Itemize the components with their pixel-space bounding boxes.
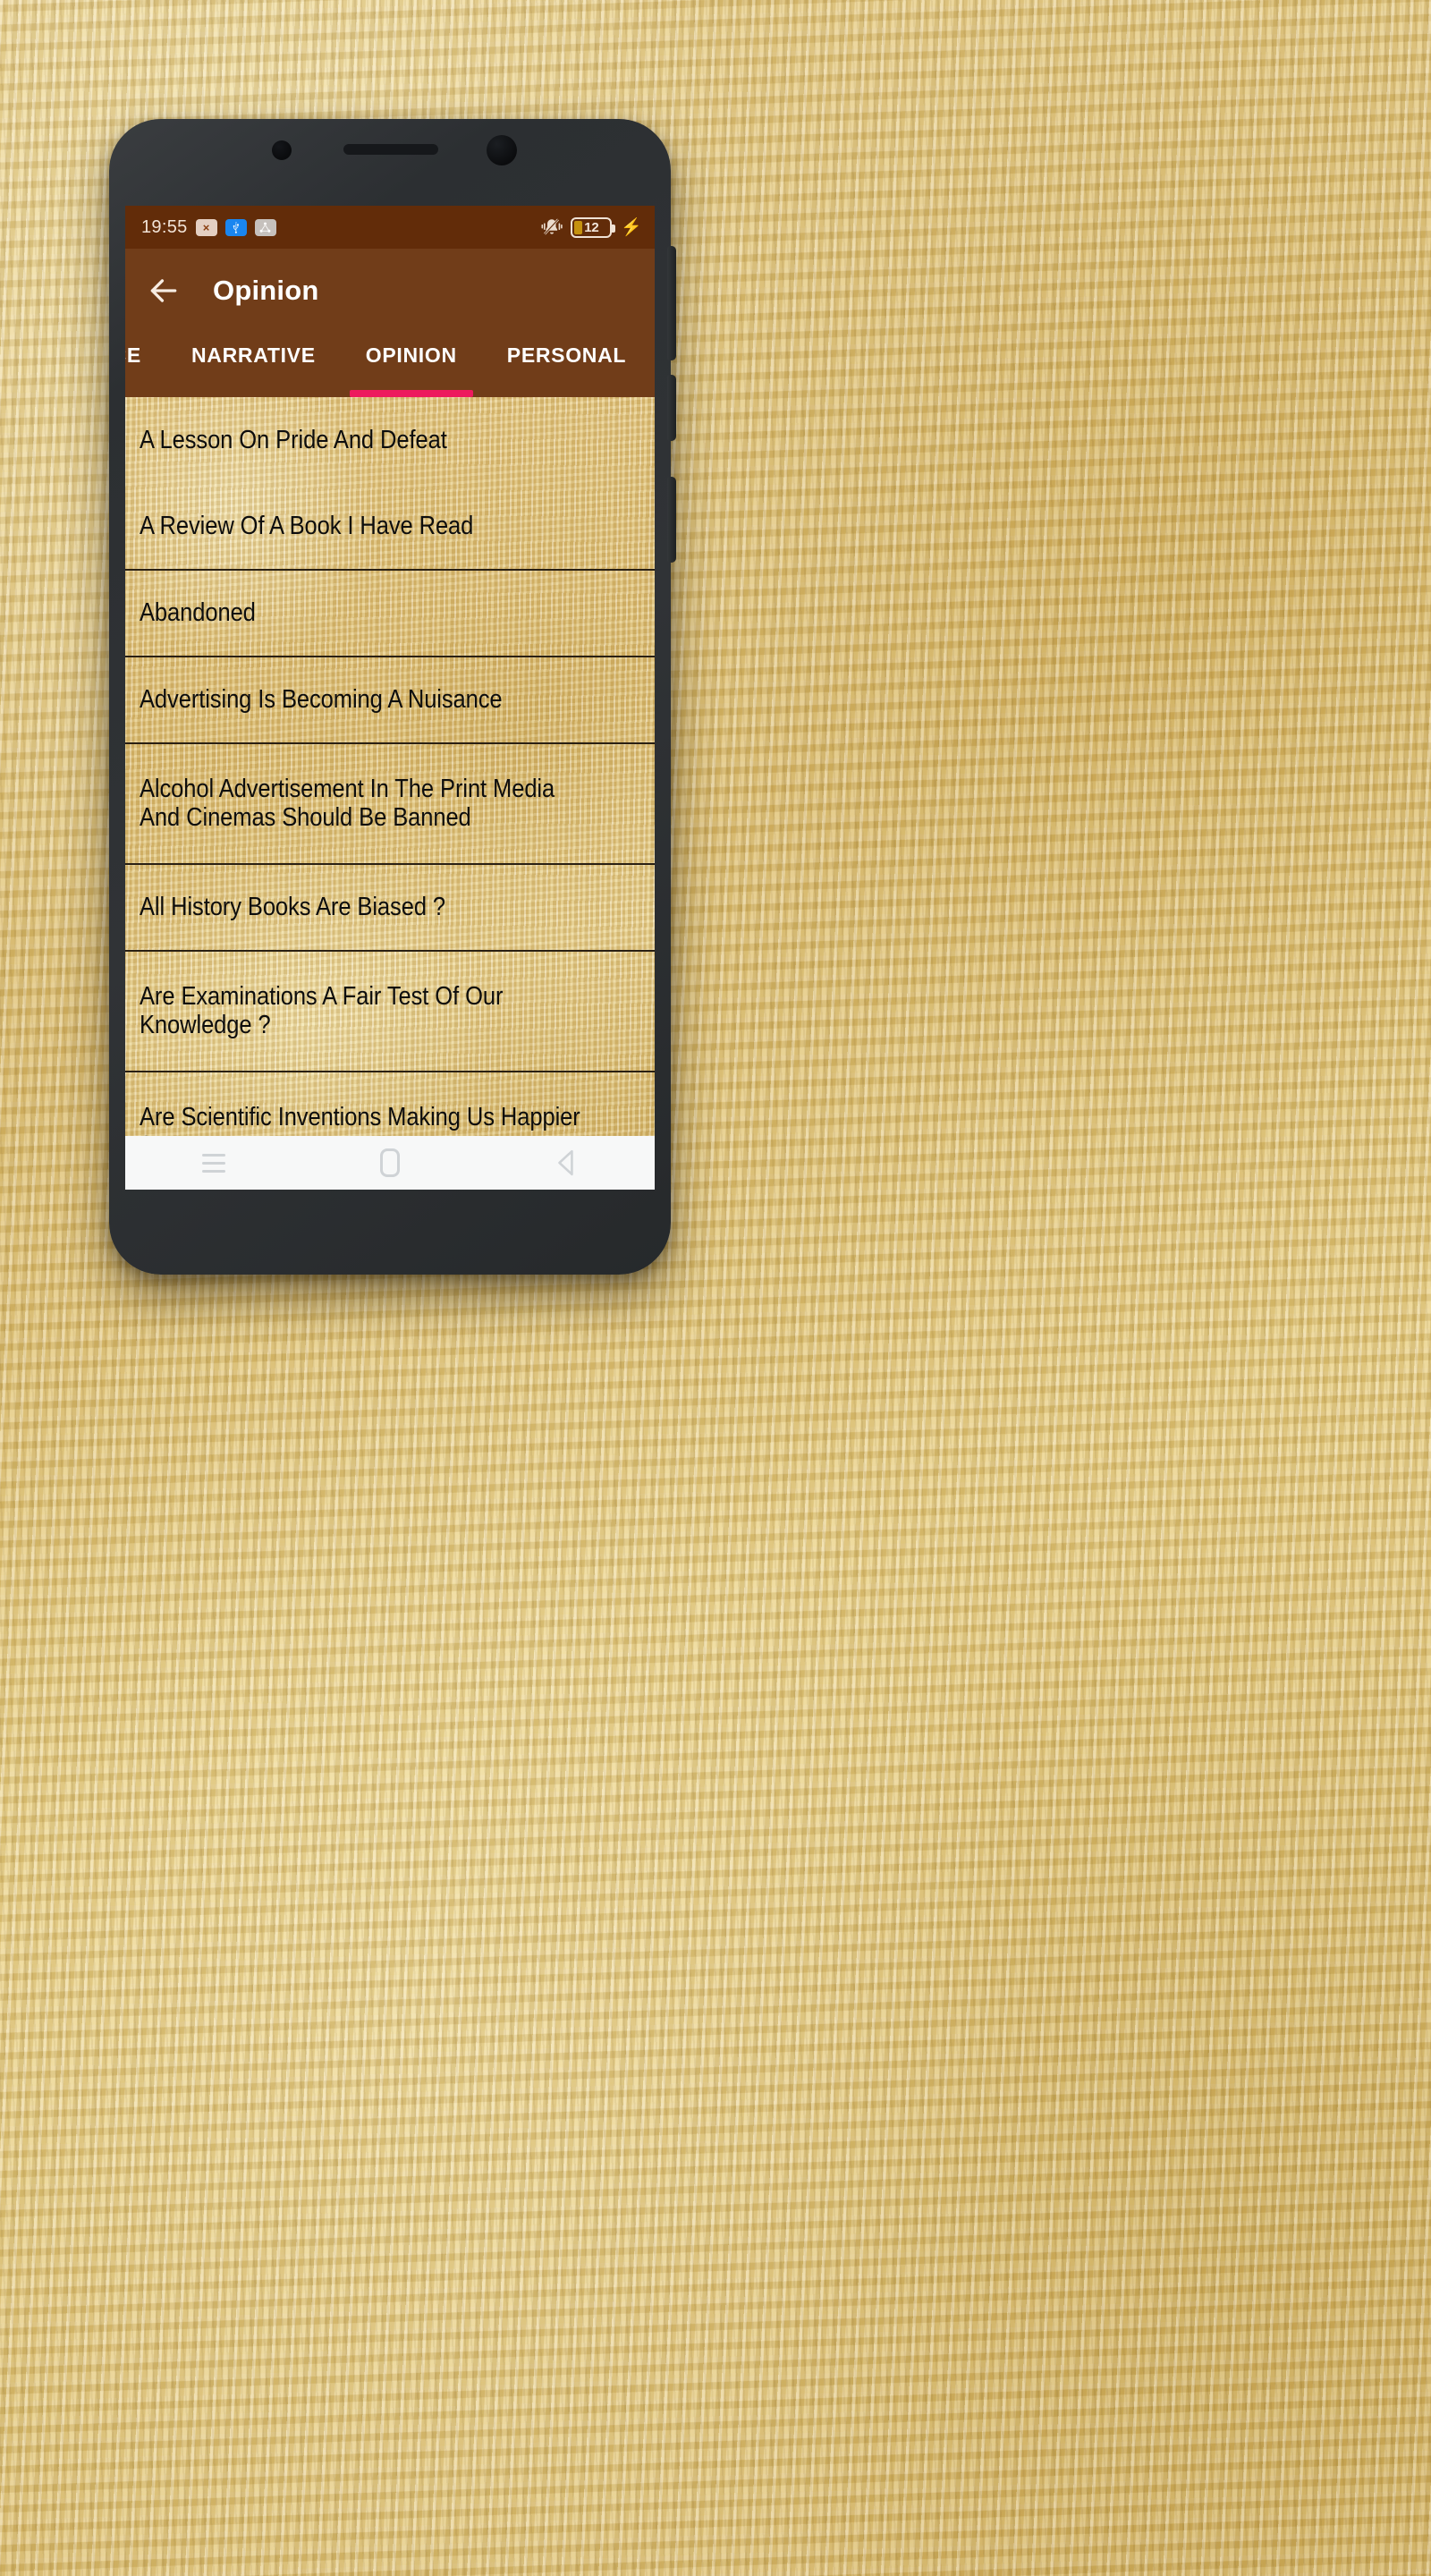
sim-card-error-icon: × [195, 218, 217, 236]
volume-up-button[interactable] [667, 246, 676, 360]
phone-screen: 19:55 × 12 ⚡ Opinion E NARRATIVE OPINION… [125, 206, 655, 1190]
tab-narrative[interactable]: NARRATIVE [166, 343, 341, 368]
tab-personal[interactable]: PERSONAL [482, 343, 651, 368]
android-navigation-bar [125, 1136, 655, 1190]
active-tab-indicator [349, 390, 473, 397]
tab-pers[interactable]: PERS [651, 343, 655, 368]
share-network-icon [254, 218, 276, 236]
home-icon [379, 1148, 400, 1177]
tab-row: ANCE NARRATIVE OPINION PERSONAL PERS [125, 333, 655, 397]
status-bar-left: 19:55 × [141, 217, 276, 238]
tab-opinion[interactable]: OPINION [341, 343, 482, 368]
battery-icon: 12 [571, 216, 616, 238]
status-bar: 19:55 × 12 ⚡ [125, 206, 655, 249]
list-item-title: A Lesson On Pride And Defeat [140, 425, 447, 454]
list-item-title: All History Books Are Biased ? [140, 892, 446, 921]
list-item[interactable]: A Review Of A Book I Have Read [125, 484, 655, 571]
recents-menu-button[interactable] [185, 1136, 242, 1190]
list-item-title: Are Scientific Inventions Making Us Happ… [140, 1102, 580, 1136]
lightning-bolt-icon: ⚡ [621, 217, 642, 237]
back-button[interactable] [538, 1136, 595, 1190]
tab-ance[interactable]: ANCE [125, 343, 166, 368]
recents-menu-icon [201, 1153, 225, 1173]
essay-topic-list[interactable]: A Lesson On Pride And Defeat A Review Of… [125, 397, 655, 1136]
list-item[interactable]: All History Books Are Biased ? [125, 865, 655, 952]
page-title: Opinion [213, 275, 319, 306]
home-button[interactable] [361, 1136, 419, 1190]
bell-muted-icon [541, 218, 563, 235]
list-item[interactable]: Are Scientific Inventions Making Us Happ… [125, 1072, 655, 1136]
app-bar: Opinion [125, 249, 655, 333]
back-arrow-icon[interactable] [147, 274, 181, 308]
usb-icon [224, 218, 247, 236]
status-bar-right: 12 ⚡ [540, 216, 642, 238]
list-item-title: Alcohol Advertisement In The Print Media… [140, 774, 555, 832]
list-item[interactable]: Advertising Is Becoming A Nuisance [125, 657, 655, 744]
back-triangle-icon [558, 1149, 574, 1176]
front-camera-icon [272, 140, 292, 160]
phone-device-frame: 19:55 × 12 ⚡ Opinion E NARRATIVE OPINION… [109, 119, 676, 1275]
sim-error-glyph: × [202, 220, 210, 234]
earpiece-speaker-icon [343, 144, 438, 155]
list-item-title: Abandoned [140, 597, 256, 627]
list-item-title: Advertising Is Becoming A Nuisance [140, 684, 503, 714]
volume-down-button[interactable] [667, 375, 676, 441]
list-item[interactable]: Alcohol Advertisement In The Print Media… [125, 744, 655, 865]
list-item-title: A Review Of A Book I Have Read [140, 511, 474, 540]
list-item[interactable]: Abandoned [125, 571, 655, 657]
list-item[interactable]: A Lesson On Pride And Defeat [125, 397, 655, 484]
proximity-sensor-icon [487, 135, 517, 165]
tab-strip[interactable]: ANCE NARRATIVE OPINION PERSONAL PERS [125, 333, 655, 397]
status-clock: 19:55 [141, 216, 188, 237]
battery-level-text: 12 [584, 219, 599, 235]
list-item[interactable]: Are Examinations A Fair Test Of Our Know… [125, 952, 655, 1072]
power-button[interactable] [667, 477, 676, 563]
phone-top-bezel [109, 119, 671, 206]
list-item-title: Are Examinations A Fair Test Of Our Know… [140, 981, 504, 1039]
